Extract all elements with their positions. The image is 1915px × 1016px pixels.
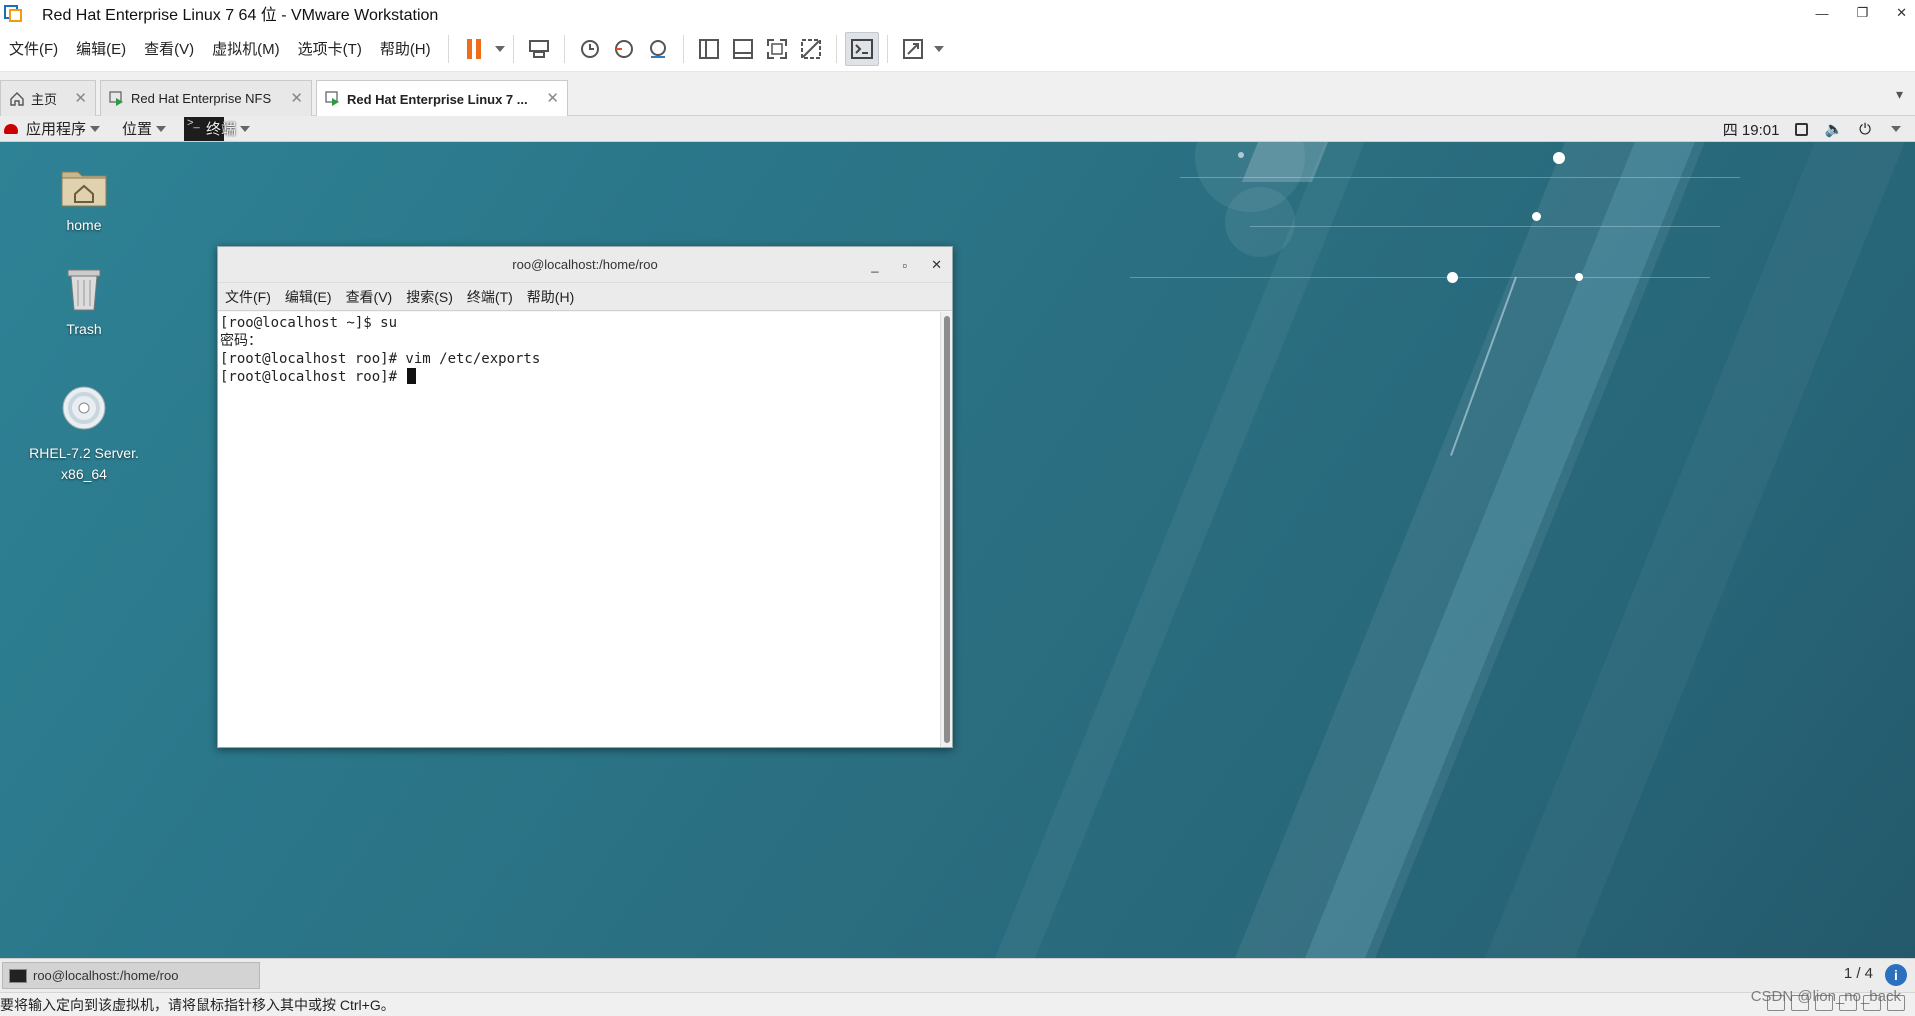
- desktop-icon-rhel-disc-label: RHEL-7.2 Server. x86_64: [29, 445, 139, 482]
- gnome-bottom-panel: roo@localhost:/home/roo 1 / 4 i: [0, 958, 1915, 992]
- desktop-icon-rhel-disc[interactable]: RHEL-7.2 Server. x86_64: [9, 364, 159, 506]
- menu-view[interactable]: 查看(V): [135, 38, 203, 59]
- folder-icon: [61, 171, 107, 207]
- chevron-down-icon: [156, 125, 167, 132]
- tab-nfs-label: Red Hat Enterprise NFS: [131, 91, 272, 106]
- vmware-logo-icon: [2, 2, 24, 24]
- menu-edit[interactable]: 编辑(E): [67, 38, 135, 59]
- terminal-close-icon[interactable]: ✕: [931, 257, 942, 273]
- csdn-watermark: CSDN @lion_no_back: [1750, 988, 1901, 1005]
- taskbar-item-terminal[interactable]: roo@localhost:/home/roo: [2, 962, 260, 989]
- close-icon[interactable]: ✕: [1896, 5, 1907, 21]
- terminal-output[interactable]: [roo@localhost ~]$ su 密码： [root@localhos…: [218, 312, 940, 747]
- revert-snapshot-icon[interactable]: [607, 32, 641, 66]
- desktop[interactable]: home Trash RHEL-7.2 Server. x86_64 roo@l…: [0, 142, 1915, 958]
- menu-vm[interactable]: 虚拟机(M): [203, 38, 289, 59]
- vmware-menubar: 文件(F) 编辑(E) 查看(V) 虚拟机(M) 选项卡(T) 帮助(H): [0, 26, 1915, 72]
- fullscreen-icon[interactable]: [760, 32, 794, 66]
- info-icon[interactable]: i: [1885, 964, 1907, 986]
- terminal-scrollbar[interactable]: [940, 312, 952, 747]
- applications-menu-label: 应用程序: [26, 121, 87, 138]
- snapshot-icon[interactable]: [573, 32, 607, 66]
- terminal-icon: [9, 968, 27, 983]
- desktop-icon-trash-label: Trash: [66, 321, 102, 337]
- vm-icon: [325, 91, 339, 106]
- unity-icon[interactable]: [794, 32, 828, 66]
- pause-icon[interactable]: [457, 32, 491, 66]
- power-icon[interactable]: ⏻: [1859, 121, 1871, 138]
- tab-home-label: 主页: [31, 92, 58, 107]
- tab-home-close-icon[interactable]: ✕: [74, 89, 87, 107]
- optical-disc-icon: [62, 386, 106, 430]
- menu-file[interactable]: 文件(F): [0, 38, 67, 59]
- applications-menu[interactable]: 应用程序: [26, 118, 101, 139]
- terminal-window[interactable]: roo@localhost:/home/roo _ ▫ ✕ 文件(F) 编辑(E…: [217, 246, 953, 748]
- terminal-line: [roo@localhost ~]$ su: [220, 315, 398, 331]
- terminal-menu-file[interactable]: 文件(F): [218, 287, 278, 307]
- chevron-down-icon: [240, 125, 251, 132]
- snapshot-manager-icon[interactable]: [641, 32, 675, 66]
- taskbar-item-label: roo@localhost:/home/roo: [33, 968, 179, 983]
- restore-icon[interactable]: ❐: [1856, 5, 1868, 21]
- trash-icon: [67, 269, 101, 311]
- terminal-menu-help[interactable]: 帮助(H): [520, 287, 581, 307]
- pause-dropdown-icon[interactable]: [494, 45, 505, 52]
- gnome-top-panel: 应用程序 位置 >_ 终端 四 19:01 🔈 ⏻: [0, 116, 1915, 142]
- tab-rhel7-close-icon[interactable]: ✕: [546, 89, 559, 107]
- terminal-maximize-icon[interactable]: ▫: [902, 258, 907, 273]
- desktop-icon-home[interactable]: home: [9, 164, 159, 233]
- show-library-icon[interactable]: [692, 32, 726, 66]
- tab-list-chevron-down-icon[interactable]: ▾: [1896, 86, 1903, 103]
- send-ctrl-alt-del-icon[interactable]: [522, 32, 556, 66]
- terminal-menu-view[interactable]: 查看(V): [339, 287, 400, 307]
- desktop-icon-home-label: home: [66, 217, 102, 233]
- workspace-indicator[interactable]: 1 / 4: [1844, 965, 1873, 982]
- menu-tabs[interactable]: 选项卡(T): [289, 38, 371, 59]
- tab-rhel7[interactable]: Red Hat Enterprise Linux 7 ... ✕: [316, 80, 568, 117]
- stretch-icon[interactable]: [896, 32, 930, 66]
- minimize-icon[interactable]: —: [1815, 6, 1828, 21]
- redhat-logo-icon: [4, 123, 18, 134]
- menu-help[interactable]: 帮助(H): [371, 38, 440, 59]
- system-menu-chevron-down-icon[interactable]: [1891, 126, 1901, 132]
- terminal-menu-edit[interactable]: 编辑(E): [278, 287, 339, 307]
- tab-rhel7-label: Red Hat Enterprise Linux 7 ...: [347, 91, 528, 107]
- clock[interactable]: 四 19:01: [1723, 119, 1780, 140]
- terminal-menu-terminal[interactable]: 终端(T): [460, 287, 520, 307]
- vmware-title-bar: Red Hat Enterprise Linux 7 64 位 - VMware…: [0, 0, 1915, 26]
- vmware-tab-bar: 主页 ✕ Red Hat Enterprise NFS ✕ Red Hat En…: [0, 72, 1915, 117]
- home-icon: [10, 91, 24, 106]
- tab-nfs[interactable]: Red Hat Enterprise NFS ✕: [100, 80, 312, 116]
- console-view-icon[interactable]: [844, 31, 879, 66]
- desktop-icon-trash[interactable]: Trash: [9, 264, 159, 337]
- text-cursor: [407, 368, 417, 384]
- terminal-line: [root@localhost roo]#: [220, 369, 406, 385]
- stretch-dropdown-icon[interactable]: [933, 45, 944, 52]
- terminal-line: [root@localhost roo]# vim /etc/exports: [220, 351, 541, 367]
- chevron-down-icon: [90, 125, 101, 132]
- terminal-menubar: 文件(F) 编辑(E) 查看(V) 搜索(S) 终端(T) 帮助(H): [218, 283, 952, 311]
- window-title: Red Hat Enterprise Linux 7 64 位 - VMware…: [42, 7, 439, 24]
- tab-nfs-close-icon[interactable]: ✕: [290, 89, 303, 107]
- places-menu[interactable]: 位置: [122, 118, 167, 139]
- vm-icon: [109, 90, 123, 106]
- terminal-app-menu[interactable]: >_ 终端: [184, 116, 251, 141]
- vmware-status-bar: 要将输入定向到该虚拟机，请将鼠标指针移入其中或按 Ctrl+G。: [0, 992, 1915, 1016]
- terminal-title: roo@localhost:/home/roo: [512, 257, 658, 272]
- terminal-menu-search[interactable]: 搜索(S): [399, 287, 460, 307]
- terminal-prompt-line: [root@localhost roo]#: [220, 368, 938, 386]
- display-icon[interactable]: [1795, 122, 1809, 136]
- show-thumbnail-icon[interactable]: [726, 32, 760, 66]
- volume-icon[interactable]: 🔈: [1824, 120, 1843, 138]
- terminal-line: 密码：: [220, 333, 262, 349]
- terminal-app-label: 终端: [206, 121, 237, 138]
- tab-home[interactable]: 主页 ✕: [0, 80, 96, 116]
- status-hint: 要将输入定向到该虚拟机，请将鼠标指针移入其中或按 Ctrl+G。: [0, 996, 395, 1013]
- terminal-titlebar[interactable]: roo@localhost:/home/roo _ ▫ ✕: [218, 247, 952, 283]
- terminal-minimize-icon[interactable]: _: [871, 258, 878, 273]
- places-menu-label: 位置: [122, 121, 153, 138]
